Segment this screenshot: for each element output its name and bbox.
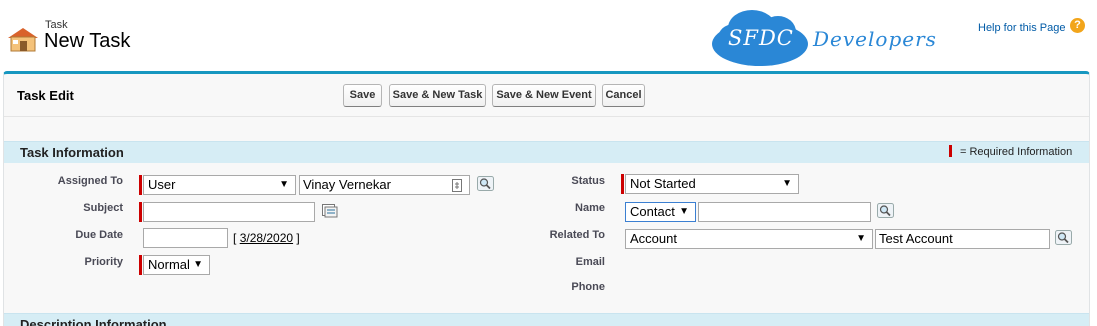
cancel-button[interactable]: Cancel <box>602 84 645 107</box>
related-to-value: Test Account <box>879 231 953 246</box>
required-marker <box>621 174 624 194</box>
name-type-value: Contact <box>630 204 675 219</box>
required-marker <box>139 175 142 195</box>
dropdown-arrow-icon: ▼ <box>856 233 866 244</box>
subject-label: Subject <box>83 202 123 214</box>
save-new-event-button[interactable]: Save & New Event <box>492 84 596 107</box>
due-date-label: Due Date <box>75 229 123 241</box>
due-date-input[interactable] <box>143 228 228 248</box>
assigned-to-type-select[interactable]: User ▼ <box>143 175 296 195</box>
related-to-input[interactable]: Test Account <box>875 229 1050 249</box>
name-label: Name <box>575 202 605 214</box>
priority-label: Priority <box>84 256 123 268</box>
email-label: Email <box>575 256 605 268</box>
subject-picker-icon[interactable] <box>321 203 338 218</box>
dropdown-arrow-icon: ▼ <box>193 259 203 270</box>
subject-input[interactable] <box>143 202 315 222</box>
task-information-header <box>4 141 1089 163</box>
logo-primary-text: SFDC <box>728 26 794 50</box>
assigned-to-input[interactable]: Vinay Vernekar <box>299 175 470 195</box>
status-label: Status <box>571 175 605 187</box>
divider <box>4 116 1089 117</box>
task-information-title: Task Information <box>20 145 124 160</box>
bracket-close: ] <box>296 231 300 245</box>
priority-select[interactable]: Normal ▼ <box>143 255 210 275</box>
priority-value: Normal <box>148 257 190 272</box>
logo-secondary-text: Developers <box>813 27 937 51</box>
status-select[interactable]: Not Started ▼ <box>625 174 799 194</box>
status-value: Not Started <box>630 176 696 191</box>
name-input[interactable] <box>698 202 871 222</box>
required-marker <box>139 202 142 222</box>
today-date-shortcut: [ 3/28/2020 ] <box>233 231 300 245</box>
task-house-icon <box>8 28 38 52</box>
edit-section-title: Task Edit <box>17 88 74 103</box>
phone-label: Phone <box>571 281 605 293</box>
help-icon[interactable]: ? <box>1070 18 1085 33</box>
page-header: Task New Task SFDC Developers Help for t… <box>0 0 1097 72</box>
page-title: New Task <box>44 30 131 52</box>
related-to-label: Related To <box>549 229 605 241</box>
save-button[interactable]: Save <box>343 84 382 107</box>
sfdc-developers-logo: SFDC Developers <box>712 6 952 68</box>
lookup-icon[interactable] <box>477 176 494 191</box>
save-new-task-button[interactable]: Save & New Task <box>389 84 486 107</box>
lookup-icon[interactable] <box>1055 230 1072 245</box>
required-legend-marker <box>949 145 952 157</box>
assigned-to-value: Vinay Vernekar <box>303 177 391 192</box>
related-to-type-select[interactable]: Account ▼ <box>625 229 873 249</box>
required-legend: = Required Information <box>960 146 1073 158</box>
today-date-link[interactable]: 3/28/2020 <box>240 231 293 245</box>
dropdown-arrow-icon: ▼ <box>279 179 289 190</box>
bracket-open: [ <box>233 231 237 245</box>
related-to-type-value: Account <box>630 231 677 246</box>
dropdown-arrow-icon: ▼ <box>782 178 792 189</box>
required-marker <box>139 255 142 275</box>
dropdown-arrow-icon: ▼ <box>679 206 689 217</box>
combo-icon[interactable] <box>452 179 462 192</box>
description-information-title: Description Information <box>20 317 167 326</box>
lookup-icon[interactable] <box>877 203 894 218</box>
assigned-to-type-value: User <box>148 177 176 192</box>
assigned-to-label: Assigned To <box>57 175 123 187</box>
name-type-select[interactable]: Contact ▼ <box>625 202 696 222</box>
help-link[interactable]: Help for this Page <box>978 22 1065 34</box>
